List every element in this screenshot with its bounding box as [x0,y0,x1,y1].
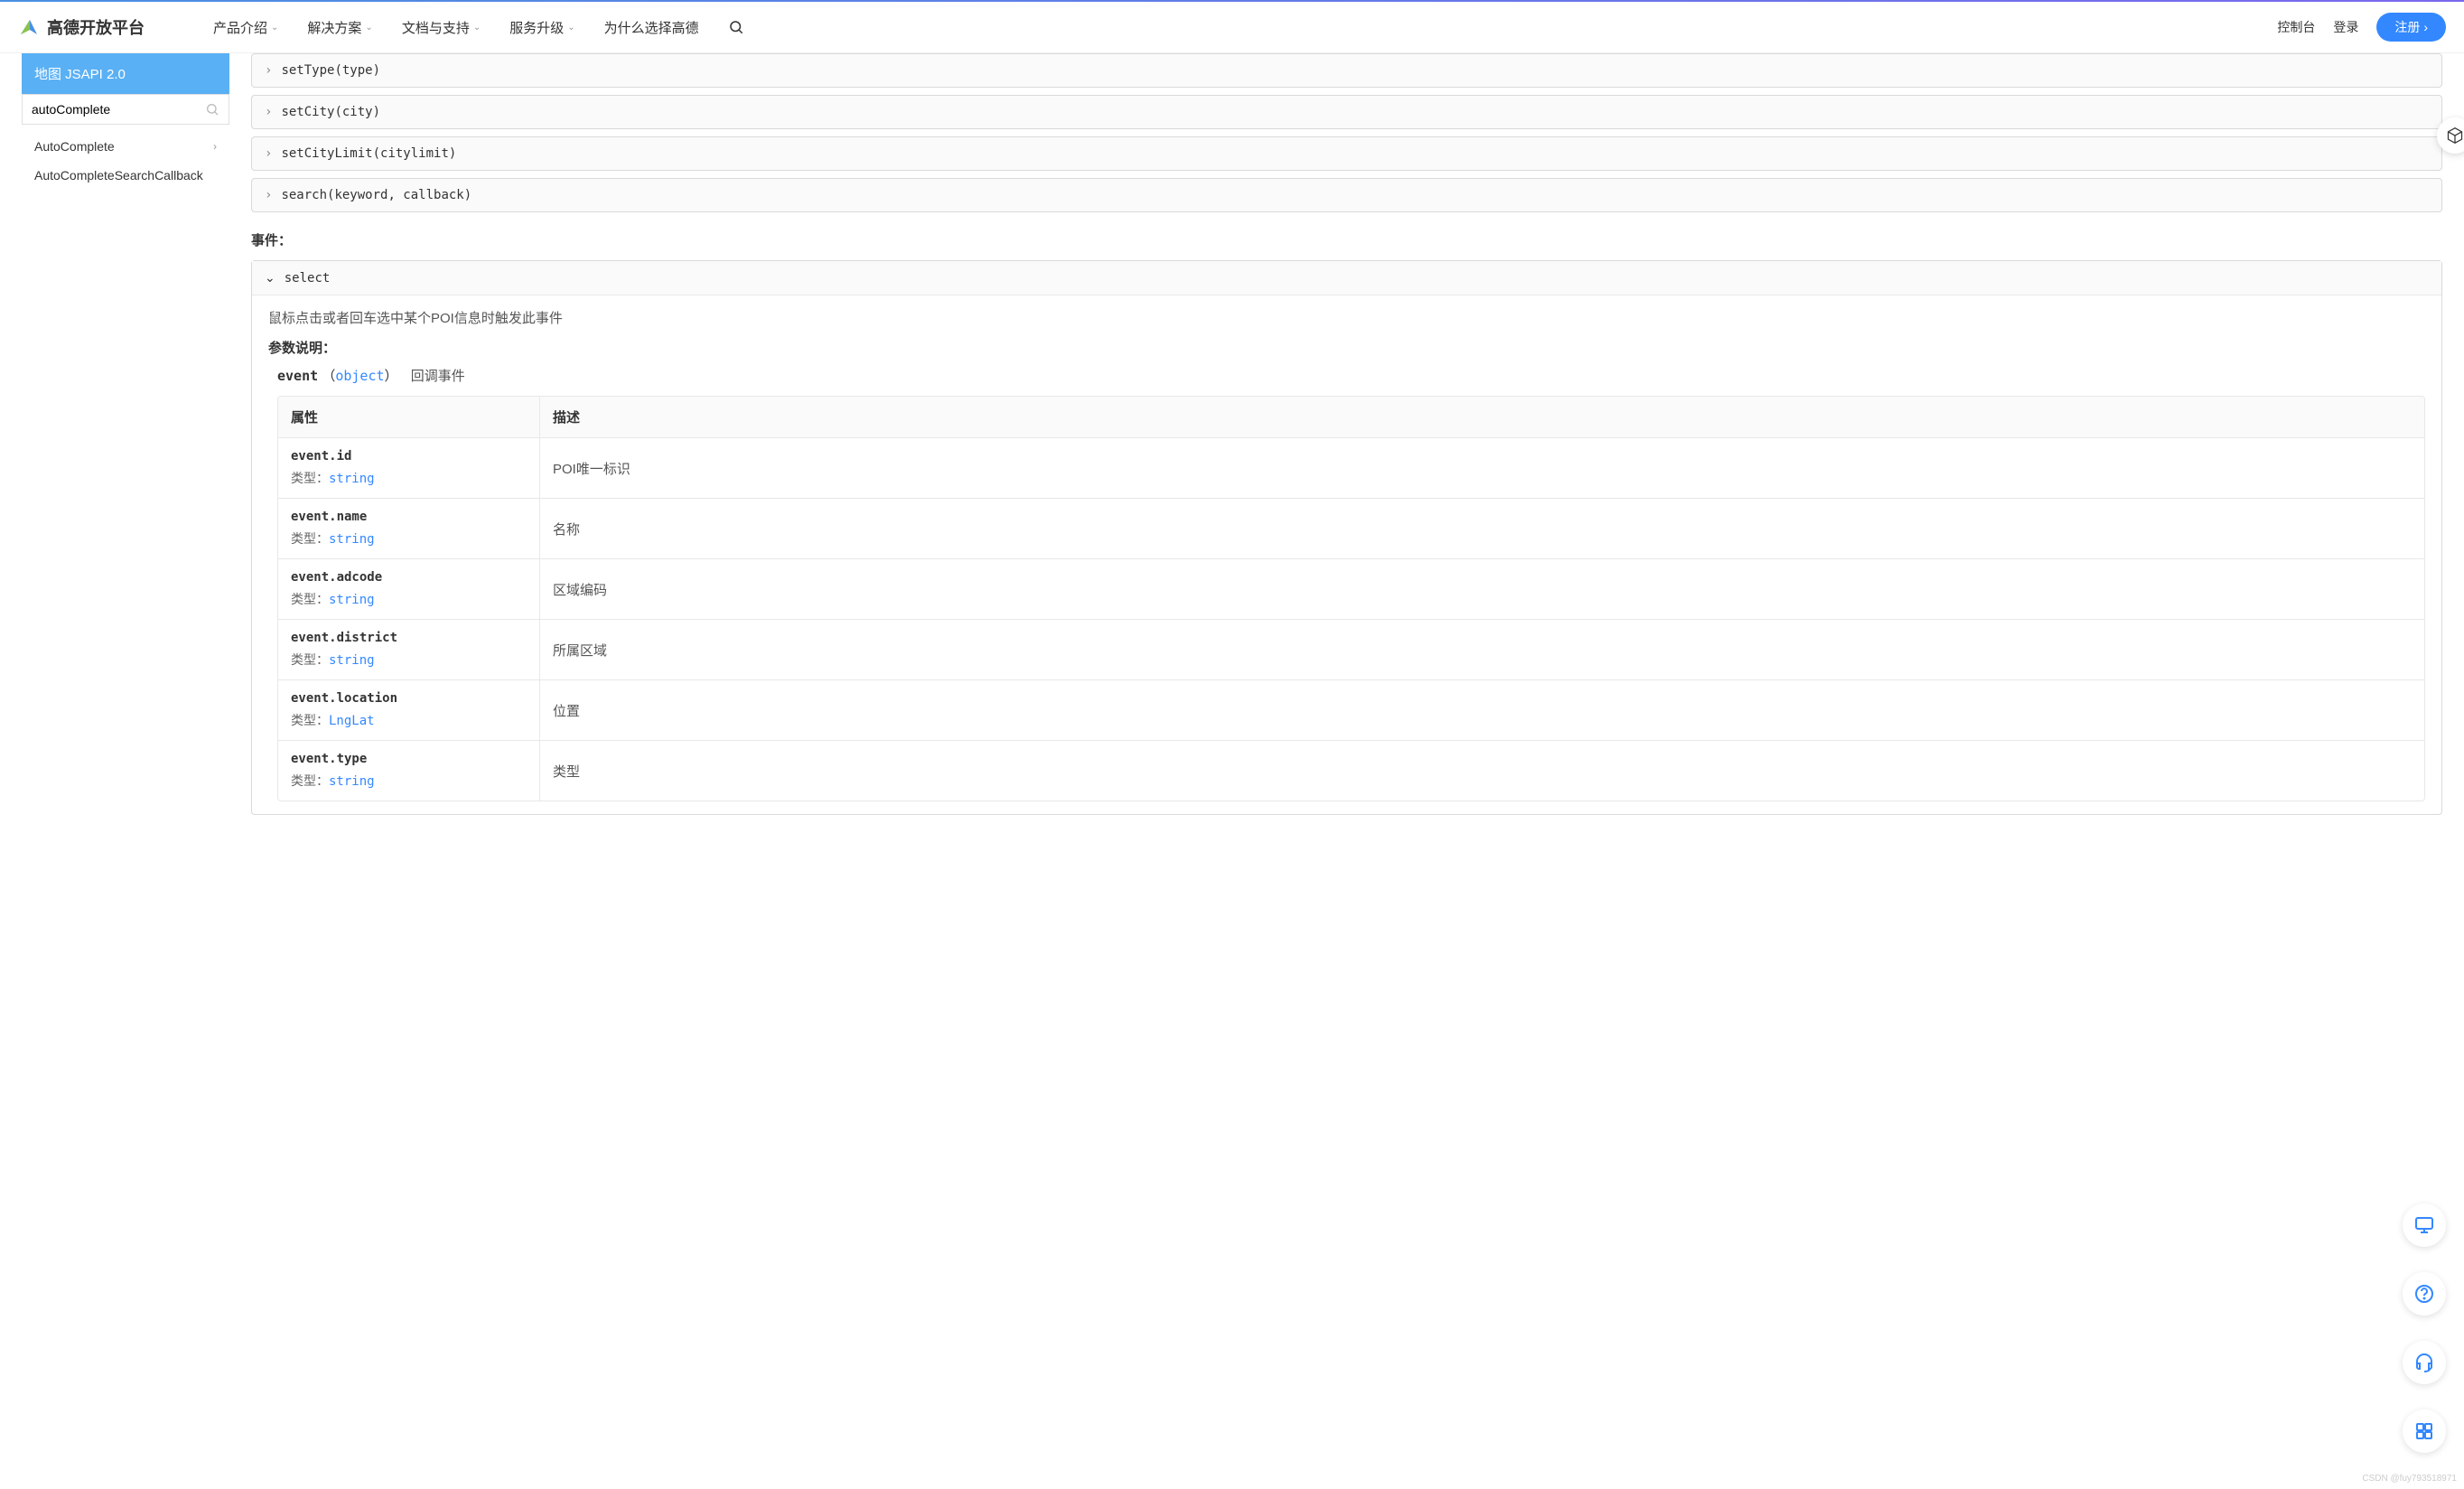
prop-desc: 类型 [540,741,2424,801]
event-description: 鼠标点击或者回车选中某个POI信息时触发此事件 [268,308,2425,327]
sidebar-item-autocompletesearchcallback[interactable]: AutoCompleteSearchCallback [22,161,229,190]
sidebar-search[interactable] [22,94,229,125]
chevron-right-icon: › [265,146,272,161]
param-line: event （object） 回调事件 [277,366,2425,385]
watermark: CSDN @fuy793518971 [2362,1474,2457,1484]
method-setcity[interactable]: ›setCity(city) [251,95,2442,129]
chevron-right-icon: › [265,105,272,119]
table-row: event.location 类型：LngLat 位置 [278,680,2424,741]
signup-button[interactable]: 注册› [2376,13,2446,42]
amap-logo-icon [18,16,40,38]
nav-product[interactable]: 产品介绍⌄ [213,18,278,37]
prop-type: 类型：string [291,651,527,669]
console-link[interactable]: 控制台 [2277,18,2315,36]
prop-name: event.id [291,449,527,464]
monitor-icon [2413,1214,2435,1236]
prop-desc: POI唯一标识 [540,438,2424,498]
chevron-down-icon: ⌄ [265,270,275,286]
prop-type: 类型：string [291,529,527,548]
prop-type: 类型：string [291,590,527,608]
chevron-right-icon: › [213,140,217,153]
prop-desc: 名称 [540,499,2424,558]
chevron-down-icon: ⌄ [567,23,574,33]
grid-icon [2413,1420,2435,1442]
prop-name: event.name [291,510,527,524]
search-icon [205,102,219,117]
property-table: 属性 描述 event.id类型：stringPOI唯一标识event.name… [277,396,2425,801]
search-icon[interactable] [728,19,744,35]
nav-why[interactable]: 为什么选择高德 [604,18,699,37]
sidebar-item-autocomplete[interactable]: AutoComplete› [22,132,229,161]
chevron-down-icon: ⌄ [473,23,481,33]
help-icon [2413,1283,2435,1305]
login-link[interactable]: 登录 [2333,18,2358,36]
chevron-down-icon: ⌄ [271,23,278,33]
prop-name: event.adcode [291,570,527,585]
sidebar-search-input[interactable] [32,102,205,117]
table-row: event.adcode 类型：string 区域编码 [278,559,2424,620]
table-row: event.id 类型：string POI唯一标识 [278,438,2424,499]
header: 高德开放平台 产品介绍⌄ 解决方案⌄ 文档与支持⌄ 服务升级⌄ 为什么选择高德 … [0,2,2464,53]
float-monitor-button[interactable] [2403,1203,2446,1247]
nav-docs[interactable]: 文档与支持⌄ [402,18,481,37]
content: ›setType(type) ›setCity(city) ›setCityLi… [251,53,2442,815]
prop-desc: 所属区域 [540,620,2424,679]
brand-logo[interactable]: 高德开放平台 [18,15,145,39]
method-search[interactable]: ›search(keyword, callback) [251,178,2442,212]
prop-desc: 区域编码 [540,559,2424,619]
header-right: 控制台 登录 注册› [2277,13,2446,42]
prop-type: 类型：LngLat [291,711,527,729]
method-settype[interactable]: ›setType(type) [251,53,2442,88]
float-buttons [2403,1203,2446,1453]
event-select-header[interactable]: ⌄ select [252,261,2441,295]
col-desc: 描述 [540,397,2424,437]
chevron-right-icon: › [265,188,272,202]
brand-text: 高德开放平台 [47,15,145,39]
table-row: event.district 类型：string 所属区域 [278,620,2424,680]
event-body: 鼠标点击或者回车选中某个POI信息时触发此事件 参数说明： event （obj… [252,295,2441,814]
chevron-right-icon: › [2423,20,2428,34]
chevron-right-icon: › [265,63,272,78]
chevron-down-icon: ⌄ [365,23,372,33]
param-title: 参数说明： [268,338,2425,357]
prop-type: 类型：string [291,772,527,790]
events-label: 事件： [251,230,2442,249]
prop-desc: 位置 [540,680,2424,740]
float-headset-button[interactable] [2403,1341,2446,1384]
prop-name: event.district [291,631,527,645]
table-header: 属性 描述 [278,397,2424,438]
sidebar-title: 地图 JSAPI 2.0 [22,53,229,94]
float-apps-button[interactable] [2403,1409,2446,1453]
prop-name: event.location [291,691,527,706]
table-row: event.type 类型：string 类型 [278,741,2424,801]
sidebar: 地图 JSAPI 2.0 AutoComplete› AutoCompleteS… [22,53,229,197]
float-help-button[interactable] [2403,1272,2446,1316]
headset-icon [2413,1352,2435,1373]
method-setcitylimit[interactable]: ›setCityLimit(citylimit) [251,136,2442,171]
col-attr: 属性 [278,397,540,437]
cube-icon [2446,126,2464,145]
nav: 产品介绍⌄ 解决方案⌄ 文档与支持⌄ 服务升级⌄ 为什么选择高德 [213,18,2263,37]
event-select-panel: ⌄ select 鼠标点击或者回车选中某个POI信息时触发此事件 参数说明： e… [251,260,2442,815]
nav-upgrade[interactable]: 服务升级⌄ [509,18,574,37]
prop-type: 类型：string [291,469,527,487]
prop-name: event.type [291,752,527,766]
nav-solution[interactable]: 解决方案⌄ [307,18,372,37]
table-row: event.name 类型：string 名称 [278,499,2424,559]
